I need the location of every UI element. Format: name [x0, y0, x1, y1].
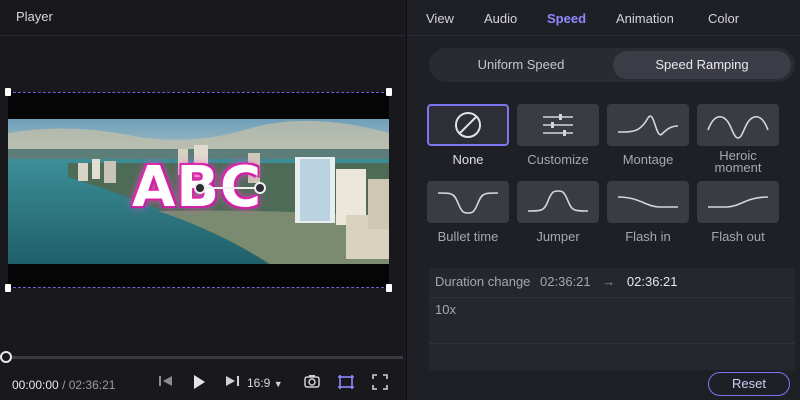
preset-none[interactable]: None: [427, 104, 509, 166]
player-title: Player: [0, 0, 403, 36]
frame-top-border: [8, 92, 389, 93]
tab-speed[interactable]: Speed: [547, 11, 586, 26]
duration-to: 02:36:21: [626, 274, 678, 289]
sliders-icon: [517, 104, 599, 146]
time-display: 00:00:00 / 02:36:21: [12, 378, 115, 392]
total-time: 02:36:21: [68, 378, 116, 392]
preset-montage[interactable]: Montage: [607, 104, 689, 166]
preset-bullet-time[interactable]: Bullet time: [427, 181, 509, 243]
frame-bottom-border: [8, 287, 389, 288]
uniform-speed-button[interactable]: Uniform Speed: [433, 51, 609, 79]
panel-tabs: View Audio Speed Animation Color: [407, 0, 800, 36]
duration-change-row: Duration change 02:36:21 → 02:36:21: [429, 268, 795, 298]
preset-jumper[interactable]: Jumper: [517, 181, 599, 243]
resize-handle-bl[interactable]: [5, 284, 11, 292]
chevron-down-icon: ▼: [273, 379, 283, 389]
tab-audio[interactable]: Audio: [484, 11, 517, 26]
step-back-icon[interactable]: [158, 374, 174, 394]
tab-color[interactable]: Color: [708, 11, 739, 26]
preset-flash-out[interactable]: Flash out: [697, 181, 779, 243]
jumper-curve-icon: [517, 181, 599, 223]
keyframe-point-start[interactable]: [194, 182, 206, 194]
speed-ramping-button[interactable]: Speed Ramping: [613, 51, 791, 79]
time-separator: /: [62, 378, 66, 392]
flash-in-curve-icon: [607, 181, 689, 223]
aspect-ratio-select[interactable]: 16:9 ▼: [247, 374, 283, 394]
camera-icon[interactable]: [304, 374, 320, 394]
speed-mode-toggle: Uniform Speed Speed Ramping: [429, 48, 795, 82]
keyframe-point-end[interactable]: [254, 182, 266, 194]
speed-value-row: 10x: [429, 298, 795, 344]
resize-handle-tl[interactable]: [5, 88, 11, 96]
current-time: 00:00:00: [12, 378, 59, 392]
preset-label: None: [452, 152, 484, 167]
preset-label: Montage: [622, 152, 674, 167]
preset-heroic-moment[interactable]: Heroic moment: [697, 104, 779, 174]
arrow-right-icon: →: [602, 274, 616, 289]
resize-handle-tr[interactable]: [386, 88, 392, 96]
none-icon: [427, 104, 509, 146]
preset-customize[interactable]: Customize: [517, 104, 599, 166]
preset-label: Jumper: [536, 229, 580, 244]
tab-view[interactable]: View: [426, 11, 454, 26]
preview-stage[interactable]: ABC: [5, 88, 392, 292]
duration-from: 02:36:21: [540, 274, 591, 289]
preset-label: Customize: [527, 152, 589, 167]
fullscreen-icon[interactable]: [372, 374, 388, 394]
keyframe-path: [198, 187, 260, 189]
preset-label: Flash out: [711, 229, 765, 244]
preset-label: Bullet time: [437, 229, 499, 244]
bullet-time-curve-icon: [427, 181, 509, 223]
crop-icon[interactable]: [337, 374, 355, 394]
montage-curve-icon: [607, 104, 689, 146]
player-controls: 00:00:00 / 02:36:21 16:9 ▼: [0, 368, 403, 400]
preset-label: Flash in: [625, 229, 671, 244]
duration-label: Duration change: [435, 274, 531, 289]
speed-value: 10x: [435, 302, 456, 317]
aspect-ratio-value: 16:9: [247, 376, 271, 390]
resize-handle-br[interactable]: [386, 284, 392, 292]
heroic-curve-icon: [697, 104, 779, 146]
reset-button[interactable]: Reset: [708, 372, 790, 396]
play-icon[interactable]: [191, 374, 207, 394]
timeline-track[interactable]: [0, 356, 403, 359]
step-forward-icon[interactable]: [224, 374, 240, 394]
player-panel: Player ABC 00:00:00 / 02:36:21 16:9 ▼: [0, 0, 403, 400]
properties-panel: View Audio Speed Animation Color Uniform…: [406, 0, 800, 400]
tab-animation[interactable]: Animation: [616, 11, 674, 26]
speed-info-box: Duration change 02:36:21 → 02:36:21 10x: [429, 268, 795, 370]
preset-flash-in[interactable]: Flash in: [607, 181, 689, 243]
video-frame: ABC: [8, 119, 389, 264]
preset-label: Heroic moment: [714, 148, 762, 175]
flash-out-curve-icon: [697, 181, 779, 223]
playhead[interactable]: [0, 351, 12, 363]
